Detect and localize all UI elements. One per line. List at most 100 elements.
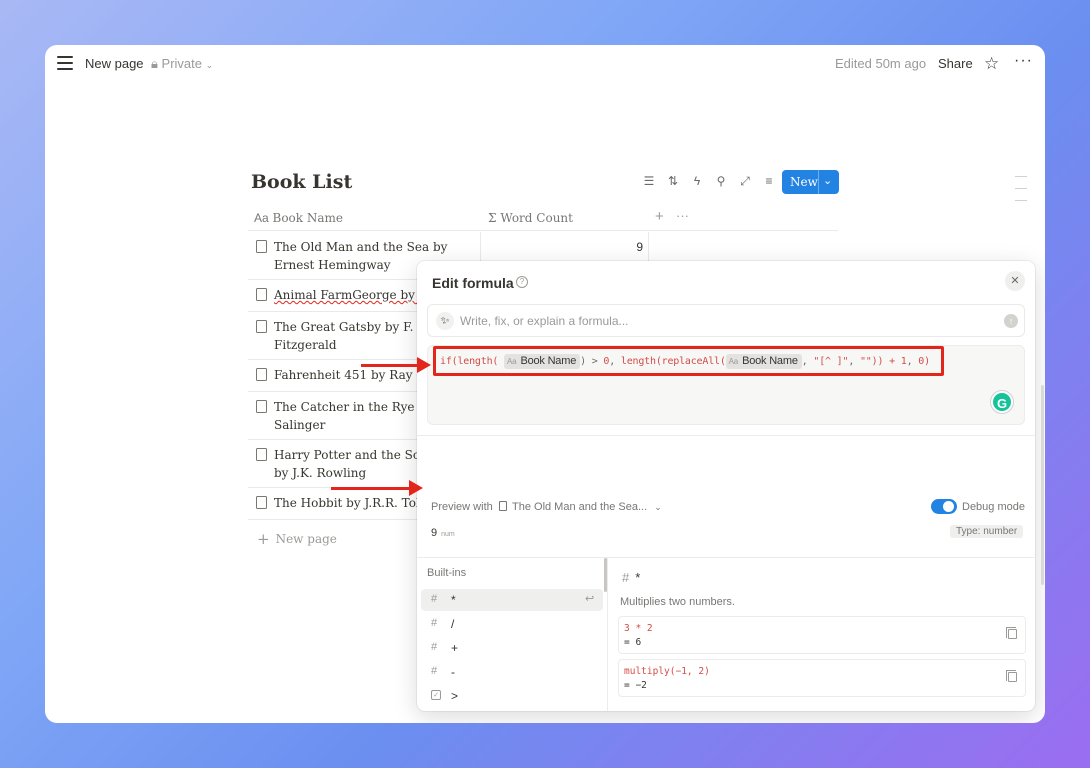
formula-token: "[^ ]" <box>813 356 849 367</box>
page-title-breadcrumb[interactable]: New page <box>85 56 144 71</box>
page-scrollbar[interactable] <box>1041 385 1044 585</box>
column-header-book-name[interactable]: Aa Book Name <box>254 211 343 225</box>
page-icon <box>256 448 267 461</box>
top-bar: New page 🔒︎ Private ⌄ Edited 50m ago Sha… <box>45 45 1045 81</box>
new-page-label: New page <box>275 532 337 546</box>
builtin-item-multiply[interactable]: # * ↩ <box>421 589 603 611</box>
database-title[interactable]: Book List <box>251 171 352 193</box>
example-block: 3 * 2 = 6 <box>618 616 1026 654</box>
builtin-detail: # * Multiplies two numbers. 3 * 2 = 6 mul… <box>608 558 1035 711</box>
copy-icon[interactable] <box>1006 627 1017 639</box>
send-arrow-icon[interactable]: ↑ <box>1004 314 1018 328</box>
search-icon[interactable]: ⚲ <box>713 173 729 189</box>
builtin-item-subtract[interactable]: # - <box>421 661 603 683</box>
preview-result: 9 num <box>431 527 455 539</box>
plus-icon: + <box>257 530 270 548</box>
page-icon <box>499 501 507 511</box>
formula-token: , <box>906 356 919 367</box>
automation-lightning-icon[interactable]: ϟ <box>689 173 705 189</box>
notion-window: New page 🔒︎ Private ⌄ Edited 50m ago Sha… <box>45 45 1045 723</box>
text-property-icon: Aa <box>728 357 739 366</box>
hamburger-menu-icon[interactable] <box>57 56 73 70</box>
number-hash-icon: # <box>431 665 438 677</box>
builtin-label: - <box>451 665 455 679</box>
table-header: Aa Book Name Σ Word Count + ··· <box>248 205 838 231</box>
grammarly-icon[interactable]: G <box>991 391 1013 413</box>
builtin-item-divide[interactable]: # / <box>421 613 603 635</box>
builtin-item-greater-than[interactable]: ✓ > <box>421 685 603 707</box>
filter-icon[interactable]: ☰ <box>641 173 657 189</box>
close-icon[interactable]: ✕ <box>1005 271 1025 291</box>
builtin-item-add[interactable]: # + <box>421 637 603 659</box>
word-count-cell[interactable]: 9 <box>608 240 643 254</box>
debug-mode-toggle[interactable] <box>931 499 957 514</box>
highlighted-formula[interactable]: if(length( Aa Book Name) > 0, length(repl… <box>433 346 944 376</box>
ai-formula-input-box: ✨︎ ↑ <box>427 304 1025 337</box>
panel-title: Edit formula <box>432 275 514 291</box>
add-new-page-row[interactable]: + New page <box>257 530 337 548</box>
builtin-label: > <box>451 689 459 703</box>
builtin-label: / <box>451 617 455 631</box>
more-options-icon[interactable]: ··· <box>1014 52 1033 70</box>
enter-return-icon: ↩ <box>585 593 595 605</box>
expand-icon[interactable]: ⤢ <box>737 173 753 189</box>
formula-token: , <box>801 356 814 367</box>
formula-token: length(replaceAll( <box>620 356 726 367</box>
formula-code[interactable]: if(length( Aa Book Name) > 0, length(repl… <box>440 354 930 369</box>
privacy-label: Private <box>161 56 203 71</box>
formula-token: if( <box>440 356 458 367</box>
type-badge: Type: number <box>950 525 1024 538</box>
number-hash-icon: # <box>431 617 438 629</box>
number-hash-icon: # <box>431 641 438 653</box>
property-chip[interactable]: Aa Book Name <box>504 354 581 369</box>
example-result: = 6 <box>624 637 642 648</box>
example-block: multiply(−1, 2) = −2 <box>618 659 1026 697</box>
formula-token: length( <box>457 356 499 367</box>
formula-token: )) + <box>871 356 901 367</box>
page-icon <box>256 496 267 509</box>
share-button[interactable]: Share <box>938 56 973 71</box>
builtin-label: + <box>451 641 459 655</box>
help-icon[interactable]: ? <box>516 276 528 288</box>
preview-label: Preview with <box>431 501 493 513</box>
builtins-list: Built-ins # * ↩ # / # + # - ✓ > <box>417 558 607 711</box>
lock-icon: 🔒︎ <box>151 56 158 71</box>
formula-token: "" <box>859 356 872 367</box>
example-code: multiply(−1, 2) <box>624 666 710 677</box>
chevron-down-icon: ⌄ <box>205 60 214 70</box>
chevron-down-icon[interactable]: ⌄ <box>823 174 832 187</box>
star-icon[interactable]: ☆ <box>984 54 999 74</box>
new-record-button[interactable]: New ⌄ <box>782 170 839 194</box>
add-property-icon[interactable]: + <box>655 208 664 225</box>
copy-icon[interactable] <box>1006 670 1017 682</box>
builtins-heading: Built-ins <box>427 567 467 579</box>
preview-page-selector[interactable]: The Old Man and the Sea... ⌄ <box>499 501 662 513</box>
number-hash-icon: # <box>622 570 630 585</box>
ai-formula-input[interactable] <box>460 311 990 331</box>
column-header-word-count[interactable]: Σ Word Count <box>488 211 573 225</box>
detail-description: Multiplies two numbers. <box>620 596 735 608</box>
outline-indicator <box>1015 176 1027 212</box>
database-toolbar: ☰ ⇅ ϟ ⚲ ⤢ ≡ <box>641 173 777 189</box>
chip-label: Book Name <box>742 355 798 367</box>
settings-sliders-icon[interactable]: ≡ <box>761 173 777 189</box>
section-divider <box>417 435 1035 436</box>
column-label: Book Name <box>272 211 344 225</box>
property-chip[interactable]: Aa Book Name <box>725 354 802 369</box>
checkbox-icon: ✓ <box>431 690 441 700</box>
page-icon <box>256 240 267 253</box>
toggle-knob <box>943 501 954 512</box>
more-icon[interactable]: ··· <box>676 208 689 223</box>
formula-sigma-icon: Σ <box>488 211 497 225</box>
preview-page-name: The Old Man and the Sea... <box>512 501 648 513</box>
formula-token: ) > <box>580 356 604 367</box>
detail-operator: * <box>635 570 641 585</box>
text-property-icon: Aa <box>507 357 517 366</box>
sort-icon[interactable]: ⇅ <box>665 173 681 189</box>
example-result: = −2 <box>624 680 647 691</box>
detail-heading: # * <box>622 570 640 585</box>
privacy-selector[interactable]: 🔒︎ Private ⌄ <box>151 56 213 72</box>
debug-mode-label: Debug mode <box>962 501 1025 513</box>
formula-token: ) <box>924 356 930 367</box>
new-button-separator <box>818 170 819 194</box>
